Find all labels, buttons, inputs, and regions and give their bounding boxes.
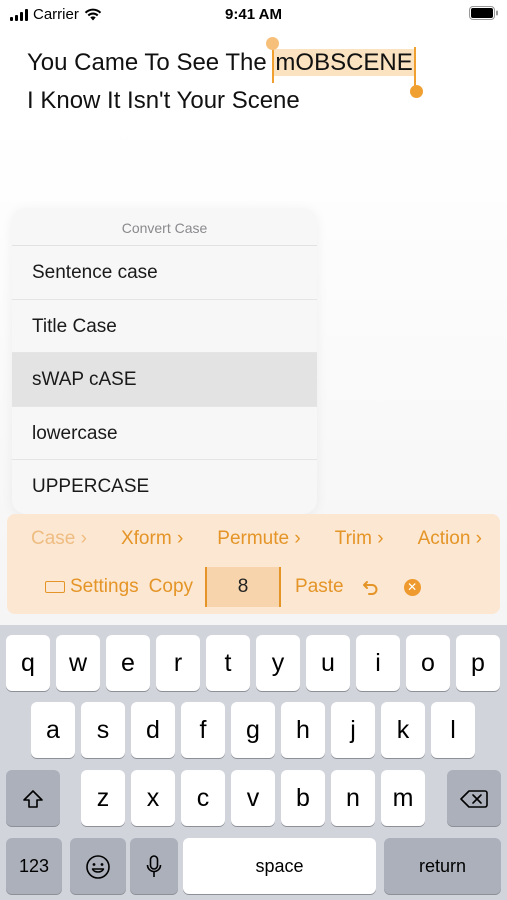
shift-icon bbox=[23, 790, 43, 809]
trim-menu-button[interactable]: Trim › bbox=[335, 528, 384, 550]
key-v[interactable]: v bbox=[231, 770, 275, 826]
key-m[interactable]: m bbox=[381, 770, 425, 826]
keyboard-toolbar: Case › Xform › Permute › Trim › Action ›… bbox=[7, 514, 500, 614]
menu-item-title-case[interactable]: Title Case bbox=[12, 300, 317, 354]
numbers-key[interactable]: 123 bbox=[6, 838, 62, 894]
key-d[interactable]: d bbox=[131, 702, 175, 758]
space-key[interactable]: space bbox=[183, 838, 376, 894]
chevron-right-icon: › bbox=[176, 528, 184, 549]
chevron-right-icon: › bbox=[294, 528, 301, 549]
battery-icon bbox=[469, 6, 498, 20]
key-n[interactable]: n bbox=[331, 770, 375, 826]
key-h[interactable]: h bbox=[281, 702, 325, 758]
paste-button[interactable]: Paste bbox=[295, 576, 344, 598]
key-j[interactable]: j bbox=[331, 702, 375, 758]
copy-button[interactable]: Copy bbox=[149, 576, 193, 598]
microphone-icon bbox=[146, 855, 162, 878]
toolbar-action-row: Settings Copy 8 Paste ✕ bbox=[45, 566, 430, 608]
case-label: Case bbox=[31, 528, 76, 549]
key-s[interactable]: s bbox=[81, 702, 125, 758]
chevron-right-icon: › bbox=[475, 528, 482, 549]
key-q[interactable]: q bbox=[6, 635, 50, 691]
trim-label: Trim bbox=[334, 528, 372, 549]
key-y[interactable]: y bbox=[256, 635, 300, 691]
key-k[interactable]: k bbox=[381, 702, 425, 758]
action-label: Action bbox=[417, 528, 471, 549]
key-l[interactable]: l bbox=[431, 702, 475, 758]
menu-title: Convert Case bbox=[12, 208, 317, 246]
settings-label: Settings bbox=[70, 576, 139, 597]
text-line-1[interactable]: You Came To See The mOBSCENE bbox=[27, 37, 423, 98]
emoji-icon bbox=[86, 855, 110, 880]
status-bar: Carrier 9:41 AM bbox=[0, 0, 507, 28]
key-p[interactable]: p bbox=[456, 635, 500, 691]
text-line-2[interactable]: I Know It Isn't Your Scene bbox=[27, 82, 415, 120]
dictation-key[interactable] bbox=[130, 838, 178, 894]
selection-end-caret bbox=[413, 47, 416, 87]
xform-label: Xform bbox=[120, 528, 172, 549]
menu-item-sentence-case[interactable]: Sentence case bbox=[12, 246, 317, 300]
emoji-key[interactable] bbox=[70, 838, 126, 894]
key-a[interactable]: a bbox=[31, 702, 75, 758]
case-menu-button[interactable]: Case › bbox=[31, 528, 87, 550]
menu-item-lowercase[interactable]: lowercase bbox=[12, 407, 317, 461]
key-e[interactable]: e bbox=[106, 635, 150, 691]
key-f[interactable]: f bbox=[181, 702, 225, 758]
text-line-1-prefix: You Came To See The bbox=[27, 49, 274, 76]
status-time: 9:41 AM bbox=[225, 6, 282, 23]
key-t[interactable]: t bbox=[206, 635, 250, 691]
key-z[interactable]: z bbox=[81, 770, 125, 826]
menu-item-swap-case[interactable]: sWAP cASE bbox=[12, 353, 317, 407]
chevron-right-icon: › bbox=[80, 528, 87, 549]
text-editor[interactable]: You Came To See The mOBSCENE I Know It I… bbox=[27, 37, 423, 120]
settings-button[interactable]: Settings bbox=[45, 576, 139, 598]
convert-case-menu: Convert Case Sentence case Title Case sW… bbox=[12, 208, 317, 514]
toolbar-menu-row: Case › Xform › Permute › Trim › Action › bbox=[31, 528, 482, 550]
key-c[interactable]: c bbox=[181, 770, 225, 826]
key-u[interactable]: u bbox=[306, 635, 350, 691]
keyboard-icon bbox=[45, 581, 65, 593]
permute-menu-button[interactable]: Permute › bbox=[217, 528, 300, 550]
delete-icon bbox=[460, 790, 488, 809]
key-o[interactable]: o bbox=[406, 635, 450, 691]
shift-key[interactable] bbox=[6, 770, 60, 826]
delete-key[interactable] bbox=[447, 770, 501, 826]
key-b[interactable]: b bbox=[281, 770, 325, 826]
xform-menu-button[interactable]: Xform › bbox=[121, 528, 183, 550]
key-r[interactable]: r bbox=[156, 635, 200, 691]
keyboard: q w e r t y u i o p a s d f g h j k l z … bbox=[0, 625, 507, 900]
selection-count-field[interactable]: 8 bbox=[205, 567, 282, 607]
menu-item-uppercase[interactable]: UPPERCASE bbox=[12, 460, 317, 514]
undo-icon[interactable] bbox=[362, 579, 380, 595]
selected-text-value: mOBSCENE bbox=[275, 49, 413, 76]
key-x[interactable]: x bbox=[131, 770, 175, 826]
key-w[interactable]: w bbox=[56, 635, 100, 691]
return-key[interactable]: return bbox=[384, 838, 501, 894]
action-menu-button[interactable]: Action › bbox=[418, 528, 482, 550]
chevron-right-icon: › bbox=[377, 528, 384, 549]
clear-icon[interactable]: ✕ bbox=[403, 578, 421, 596]
permute-label: Permute bbox=[217, 528, 290, 549]
selected-text[interactable]: mOBSCENE bbox=[266, 37, 423, 98]
key-i[interactable]: i bbox=[356, 635, 400, 691]
key-g[interactable]: g bbox=[231, 702, 275, 758]
